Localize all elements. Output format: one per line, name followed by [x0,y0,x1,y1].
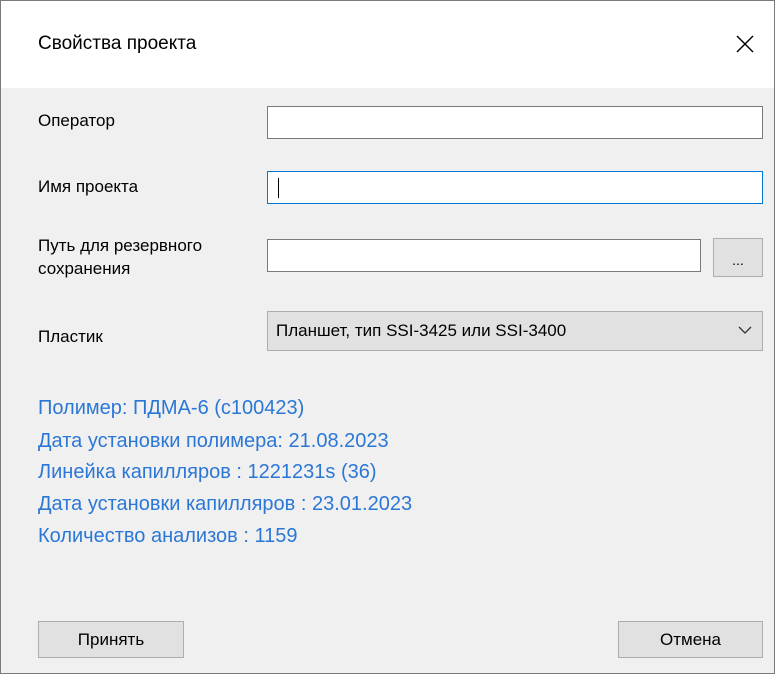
info-analysis-count: Количество анализов : 1159 [38,525,298,547]
info-capillary-array: Линейка капилляров : 1221231s (36) [38,461,377,483]
operator-label: Оператор [38,111,115,130]
title-bar: Свойства проекта [1,1,774,88]
chevron-down-icon [738,326,752,334]
dialog-title: Свойства проекта [38,33,197,54]
info-capillary-date: Дата установки капилляров : 23.01.2023 [38,493,413,515]
plastic-label: Пластик [38,327,103,346]
project-name-input[interactable] [267,171,763,204]
info-polymer-date: Дата установки полимера: 21.08.2023 [38,430,389,452]
operator-input[interactable] [267,106,763,139]
plastic-select[interactable]: Планшет, тип SSI-3425 или SSI-3400 [267,311,763,351]
project-name-label: Имя проекта [38,177,139,196]
backup-path-label-line2: сохранения [38,259,131,278]
cancel-button[interactable]: Отмена [618,621,763,658]
project-properties-dialog: Свойства проекта Оператор Имя проекта Пу… [0,0,775,674]
text-caret [278,178,279,198]
info-polymer: Полимер: ПДМА-6 (с100423) [38,397,305,419]
backup-path-input[interactable] [267,239,701,272]
browse-button[interactable]: ... [713,238,763,277]
close-button[interactable] [716,15,774,73]
plastic-selected-value: Планшет, тип SSI-3425 или SSI-3400 [276,321,567,340]
close-icon [736,35,754,53]
backup-path-label-line1: Путь для резервного [38,236,203,255]
accept-button[interactable]: Принять [38,621,184,658]
